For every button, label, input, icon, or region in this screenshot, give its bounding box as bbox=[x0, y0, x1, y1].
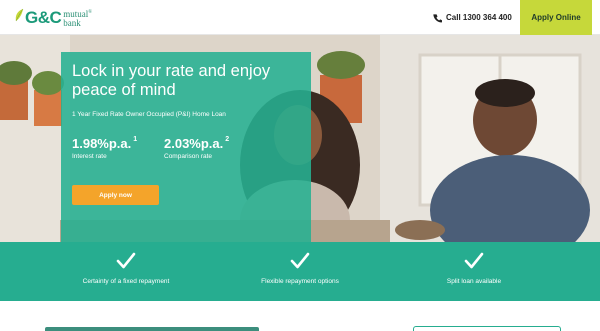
interest-rate: 1.98%p.a. 1 Interest rate bbox=[72, 136, 137, 160]
promo-title: Lock in your rate and enjoy peace of min… bbox=[72, 62, 271, 99]
interest-rate-number: 1.98%p.a. bbox=[72, 136, 132, 151]
section-heading-cropped bbox=[45, 327, 259, 331]
comparison-rate-label: Comparison rate bbox=[164, 153, 213, 160]
below-fold-section bbox=[0, 301, 600, 331]
call-link[interactable]: Call 1300 364 400 bbox=[433, 0, 512, 35]
gc-mutual-bank-logo[interactable]: G&C mutual® bank bbox=[14, 6, 92, 30]
feature-label: Flexible repayment options bbox=[261, 278, 339, 285]
call-label: Call 1300 364 400 bbox=[446, 13, 512, 22]
interest-rate-label: Interest rate bbox=[72, 153, 107, 160]
promo-panel: Lock in your rate and enjoy peace of min… bbox=[61, 52, 311, 243]
apply-online-button[interactable]: Apply Online bbox=[520, 0, 592, 35]
feature-fixed-repayment: Certainty of a fixed repayment bbox=[26, 242, 226, 301]
site-header: G&C mutual® bank Call 1300 364 400 Apply… bbox=[0, 0, 600, 35]
feature-label: Split loan available bbox=[446, 278, 502, 285]
check-icon bbox=[464, 252, 484, 269]
comparison-rate-footnote[interactable]: 2 bbox=[225, 136, 229, 143]
check-icon bbox=[116, 252, 136, 269]
logo-brand: G&C bbox=[25, 8, 62, 27]
promo-subtitle: 1 Year Fixed Rate Owner Occupied (P&I) H… bbox=[72, 111, 226, 118]
feature-split-loan: Split loan available bbox=[374, 242, 574, 301]
feature-flexible-repayment: Flexible repayment options bbox=[200, 242, 400, 301]
cropped-heading-line bbox=[45, 327, 259, 331]
apply-now-button[interactable]: Apply now bbox=[72, 185, 159, 205]
logo-reg-mark: ® bbox=[88, 10, 93, 15]
features-bar: Certainty of a fixed repayment Flexible … bbox=[0, 242, 600, 301]
comparison-rate-value: 2.03%p.a. 2 bbox=[164, 136, 229, 151]
logo-subtext: mutual® bank bbox=[63, 8, 92, 28]
phone-icon bbox=[433, 13, 442, 22]
interest-rate-value: 1.98%p.a. 1 bbox=[72, 136, 137, 151]
leaf-icon bbox=[15, 8, 24, 22]
interest-rate-footnote[interactable]: 1 bbox=[133, 136, 137, 143]
check-icon bbox=[290, 252, 310, 269]
comparison-rate-number: 2.03%p.a. bbox=[164, 136, 224, 151]
cropped-outlined-button[interactable] bbox=[413, 326, 561, 331]
feature-label: Certainty of a fixed repayment bbox=[82, 278, 170, 285]
comparison-rate: 2.03%p.a. 2 Comparison rate bbox=[164, 136, 229, 160]
logo-line2: bank bbox=[63, 18, 81, 28]
